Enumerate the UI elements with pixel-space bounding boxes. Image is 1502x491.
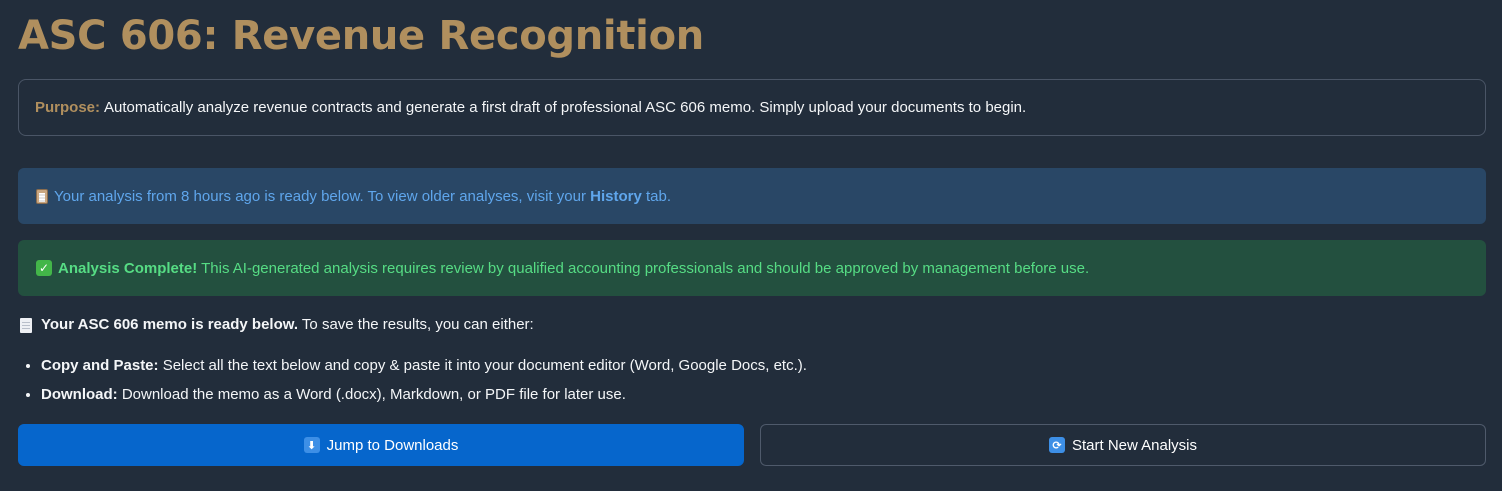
info-alert-text-after: tab. (641, 187, 671, 205)
page: ASC 606: Revenue Recognition Purpose: Au… (0, 0, 1502, 491)
option-text: Select all the text below and copy & pas… (158, 357, 807, 374)
start-new-analysis-button[interactable]: ⟳ Start New Analysis (760, 424, 1486, 466)
clipboard-icon (36, 188, 48, 204)
jump-to-downloads-label: Jump to Downloads (326, 436, 459, 454)
memo-ready-line: Your ASC 606 memo is ready below. To sav… (20, 314, 534, 336)
start-new-analysis-label: Start New Analysis (1071, 436, 1198, 454)
purpose-text: Automatically analyze revenue contracts … (104, 99, 1027, 116)
check-icon: ✓ (36, 260, 52, 276)
option-label: Download: (41, 386, 118, 403)
success-alert: ✓ Analysis Complete! This AI-generated a… (18, 240, 1486, 296)
success-alert-title: Analysis Complete! (58, 259, 198, 277)
info-alert: Your analysis from 8 hours ago is ready … (18, 168, 1486, 224)
info-alert-text-before: Your analysis from 8 hours ago is ready … (54, 187, 591, 205)
purpose-label: Purpose: (35, 99, 101, 116)
list-item: Copy and Paste: Select all the text belo… (41, 355, 807, 377)
success-alert-text: Analysis Complete! This AI-generated ana… (58, 260, 1089, 277)
info-alert-text: Your analysis from 8 hours ago is ready … (54, 188, 671, 205)
memo-ready-text: To save the results, you can either: (298, 316, 534, 333)
down-arrow-icon: ⬇ (303, 437, 320, 453)
option-label: Copy and Paste: (41, 357, 159, 374)
jump-to-downloads-button[interactable]: ⬇ Jump to Downloads (18, 424, 744, 466)
memo-ready-title: Your ASC 606 memo is ready below. (41, 316, 299, 333)
list-item: Download: Download the memo as a Word (.… (41, 384, 807, 406)
history-link[interactable]: History (590, 188, 642, 205)
success-alert-body: This AI-generated analysis requires revi… (197, 259, 1090, 277)
page-title: ASC 606: Revenue Recognition (18, 13, 704, 59)
document-icon (20, 317, 32, 333)
refresh-icon: ⟳ (1048, 437, 1065, 453)
purpose-box: Purpose: Automatically analyze revenue c… (18, 79, 1486, 136)
save-options-list: Copy and Paste: Select all the text belo… (20, 355, 807, 413)
option-text: Download the memo as a Word (.docx), Mar… (117, 386, 626, 403)
